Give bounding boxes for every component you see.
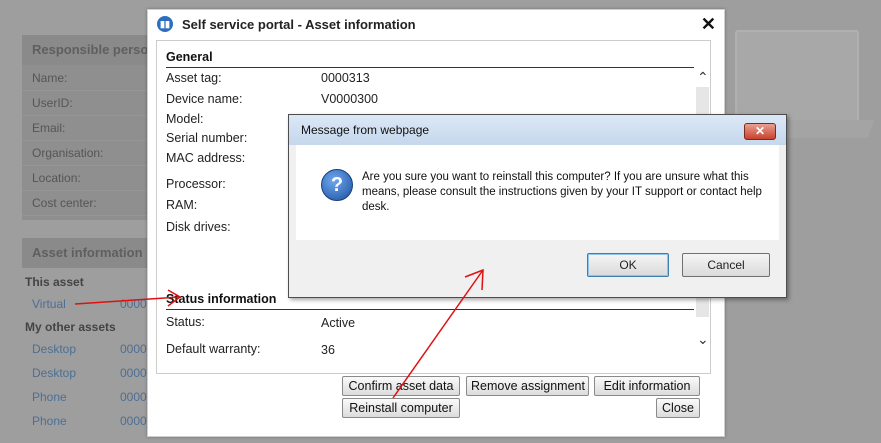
status-value: Active	[321, 316, 356, 330]
portal-app-icon: ▮▮	[157, 16, 173, 32]
confirm-reinstall-message-box: Message from webpage ✕ ? Are you sure yo…	[288, 114, 787, 298]
status-section-title: Status information	[166, 292, 277, 306]
edit-information-button[interactable]: Edit information	[594, 376, 700, 396]
responsible-person-header: Responsible person	[22, 35, 152, 65]
scroll-up-icon[interactable]: ⌃	[697, 69, 709, 86]
other-asset-type-link[interactable]: Phone	[32, 390, 67, 404]
other-asset-number[interactable]: 0000	[120, 342, 147, 356]
model-label: Model:	[166, 112, 204, 126]
ok-button[interactable]: OK	[587, 253, 669, 277]
responsible-row-organisation: Organisation:	[22, 141, 152, 166]
confirm-asset-data-button[interactable]: Confirm asset data	[342, 376, 460, 396]
asset-tag-label: Asset tag:	[166, 71, 222, 85]
message-box-body: ? Are you sure you want to reinstall thi…	[296, 145, 779, 240]
this-asset-label: This asset	[25, 275, 84, 289]
disk-drives-label: Disk drives:	[166, 220, 231, 234]
asset-information-header: Asset information	[22, 238, 152, 268]
other-asset-type-link[interactable]: Desktop	[32, 366, 76, 380]
close-button[interactable]: Close	[656, 398, 700, 418]
message-box-title: Message from webpage	[301, 123, 430, 137]
device-name-label: Device name:	[166, 92, 243, 106]
cancel-button[interactable]: Cancel	[682, 253, 770, 277]
status-label: Status:	[166, 315, 205, 329]
other-asset-number[interactable]: 0000	[120, 366, 147, 380]
default-warranty-value: 36	[321, 343, 335, 357]
remove-assignment-button[interactable]: Remove assignment	[466, 376, 589, 396]
responsible-row-cost-center: Cost center:	[22, 191, 152, 216]
processor-label: Processor:	[166, 177, 226, 191]
mac-address-label: MAC address:	[166, 151, 246, 165]
other-asset-number[interactable]: 0000	[120, 390, 147, 404]
dialog-titlebar[interactable]: ▮▮ Self service portal - Asset informati…	[148, 10, 724, 38]
asset-tag-value: 0000313	[321, 71, 370, 85]
scroll-down-icon[interactable]: ⌄	[697, 331, 709, 348]
default-warranty-label: Default warranty:	[166, 342, 261, 356]
message-box-text: Are you sure you want to reinstall this …	[362, 171, 762, 213]
this-asset-type-link[interactable]: Virtual	[32, 297, 66, 311]
ram-label: RAM:	[166, 198, 198, 212]
question-icon: ?	[321, 169, 353, 201]
responsible-row-userid: UserID:	[22, 91, 152, 116]
my-other-assets-label: My other assets	[25, 320, 116, 334]
other-asset-type-link[interactable]: Phone	[32, 414, 67, 428]
message-box-close-icon[interactable]: ✕	[744, 123, 776, 140]
dialog-close-icon[interactable]: ✕	[701, 14, 716, 35]
message-box-titlebar[interactable]: Message from webpage ✕	[289, 115, 786, 145]
general-section-title: General	[166, 50, 213, 64]
other-asset-number[interactable]: 0000	[120, 414, 147, 428]
device-name-value: V0000300	[321, 92, 379, 106]
dialog-title: Self service portal - Asset information	[182, 17, 416, 32]
laptop-image	[735, 30, 859, 124]
other-asset-type-link[interactable]: Desktop	[32, 342, 76, 356]
general-section-divider	[166, 67, 694, 68]
reinstall-computer-button[interactable]: Reinstall computer	[342, 398, 460, 418]
responsible-row-name: Name:	[22, 66, 152, 91]
responsible-row-email: Email:	[22, 116, 152, 141]
status-section-divider	[166, 309, 694, 310]
serial-number-label: Serial number:	[166, 131, 248, 145]
responsible-row-location: Location:	[22, 166, 152, 191]
